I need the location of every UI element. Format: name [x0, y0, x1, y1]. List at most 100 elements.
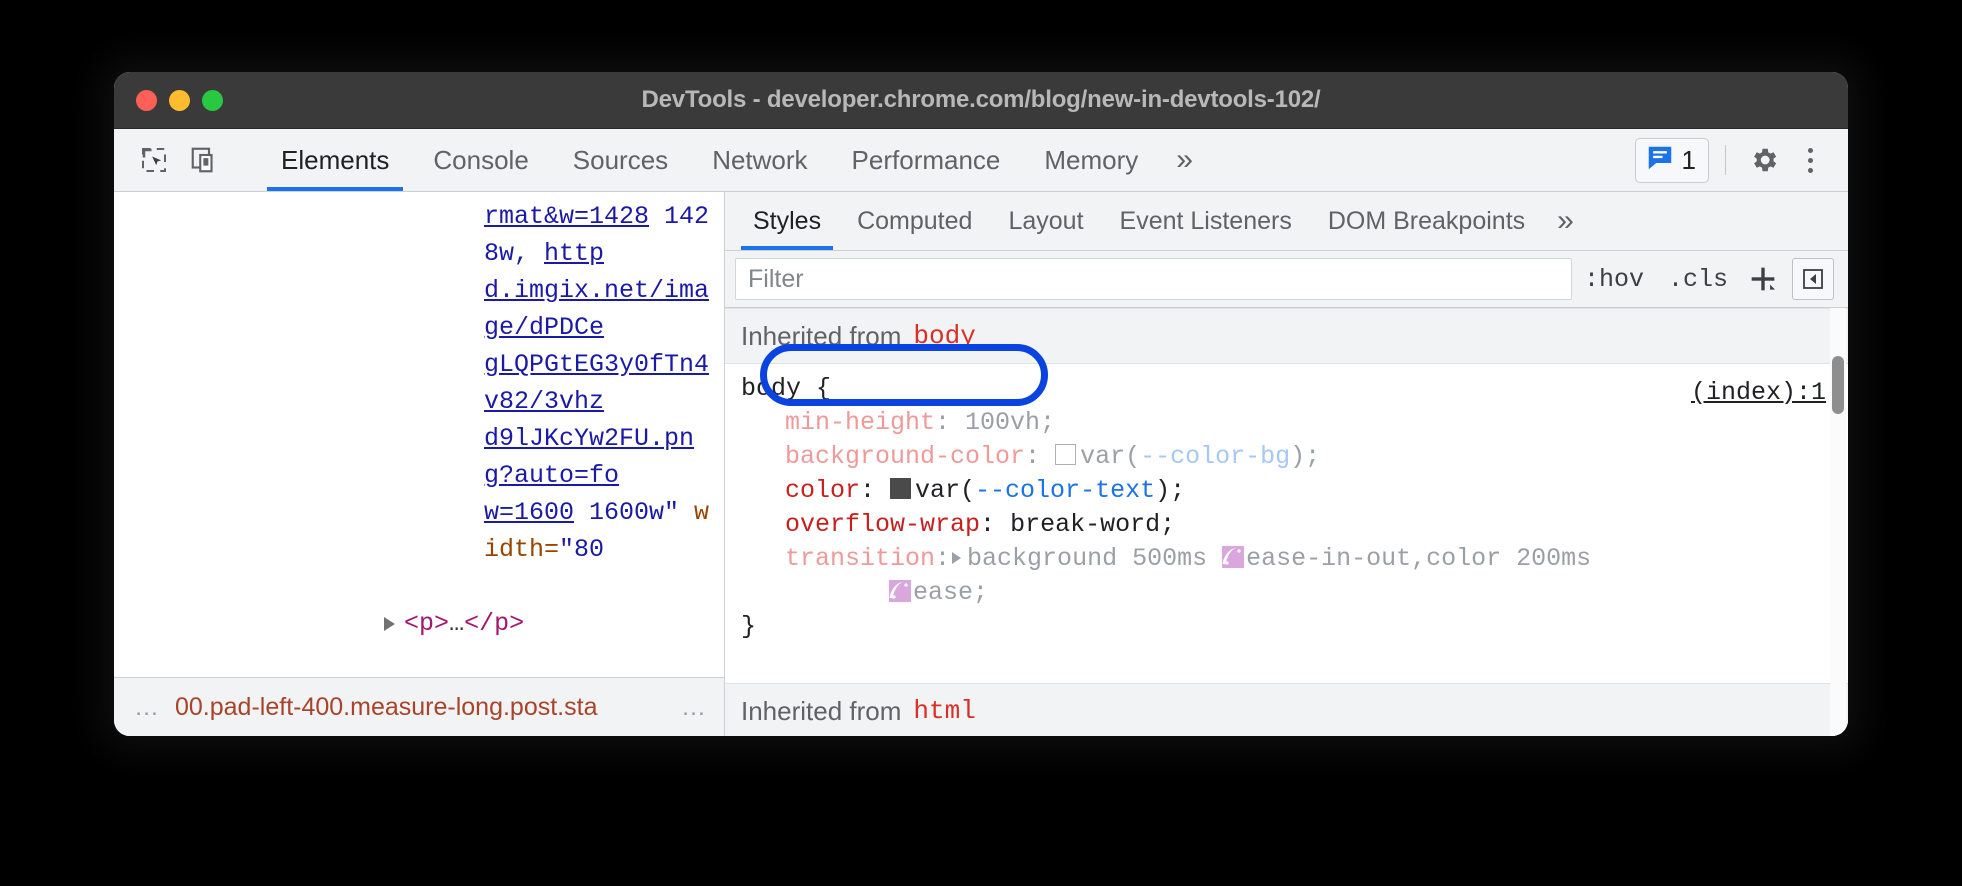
more-styles-tabs-chevron-icon[interactable]: » [1543, 192, 1588, 250]
css-property-name: background-color [785, 442, 1025, 471]
css-property-value: break-word; [1010, 510, 1175, 539]
inherited-prefix-label-2: Inherited from [741, 696, 901, 727]
issues-message-icon [1645, 143, 1675, 178]
css-variable-name[interactable]: --color-bg [1140, 442, 1290, 471]
styles-rules-list[interactable]: Inherited from body body { (index):1 min… [725, 308, 1848, 736]
toolbar-right-actions: 1 [1635, 129, 1848, 191]
css-selector-line[interactable]: body { (index):1 [741, 372, 1848, 406]
css-property-name: min-height [785, 408, 935, 437]
tab-styles-label: Styles [753, 207, 821, 236]
tab-elements-label: Elements [281, 145, 389, 176]
srcset-width-2: 1600w" [574, 498, 679, 527]
color-swatch-icon[interactable] [1055, 444, 1076, 465]
tab-computed-label: Computed [857, 207, 972, 236]
tag-close: </p> [464, 609, 524, 638]
css-declaration-transition[interactable]: transition:background 500ms ease-in-out,… [741, 542, 1848, 610]
css-selector-text: body { [741, 374, 831, 403]
breadcrumb-overflow-left[interactable]: … [114, 693, 175, 722]
devtools-main-toolbar: Elements Console Sources Network Perform… [114, 129, 1848, 192]
css-declaration-min-height[interactable]: min-height: 100vh; [741, 406, 1848, 440]
inherited-from-body-header: Inherited from body [725, 308, 1848, 364]
inherited-from-html-header: Inherited from html [725, 683, 1848, 736]
screenshot-root: DevTools - developer.chrome.com/blog/new… [0, 0, 1962, 886]
scrollbar-thumb[interactable] [1832, 356, 1844, 414]
css-declaration-color[interactable]: color: var(--color-text); [741, 474, 1848, 508]
plus-icon[interactable] [1740, 257, 1786, 301]
tag-open: <p> [404, 609, 449, 638]
expand-triangle-icon[interactable] [384, 617, 395, 631]
srcset-fragment-1[interactable]: rmat&w=1428 [484, 202, 649, 231]
tab-event-listeners[interactable]: Event Listeners [1102, 192, 1310, 250]
tab-network-label: Network [712, 145, 807, 176]
tab-layout[interactable]: Layout [990, 192, 1101, 250]
minimize-window-button[interactable] [169, 90, 190, 111]
bezier-curve-editor-icon-2[interactable] [889, 580, 911, 602]
breadcrumb-item[interactable]: 00.pad-left-400.measure-long.post.sta [175, 693, 669, 722]
styles-sidebar-pane: Styles Computed Layout Event Listeners D… [725, 192, 1848, 736]
tab-dom-breakpoints-label: DOM Breakpoints [1328, 207, 1525, 236]
css-property-name: color [785, 476, 860, 505]
dom-tree[interactable]: rmat&w=1428 1428w, http d.imgix.net/imag… [114, 192, 724, 677]
dom-tree-pane: rmat&w=1428 1428w, http d.imgix.net/imag… [114, 192, 725, 736]
tab-sources-label: Sources [573, 145, 668, 176]
device-toolbar-icon[interactable] [182, 138, 226, 182]
dom-row-p-1[interactable]: <p>…</p> [114, 568, 724, 677]
srcset-fragment-6[interactable]: w=1600 [484, 498, 574, 527]
gear-icon[interactable] [1742, 138, 1786, 182]
issues-count: 1 [1682, 145, 1696, 176]
bezier-curve-editor-icon[interactable] [1222, 546, 1244, 568]
srcset-fragment-3[interactable]: d.imgix.net/image/dPDCe [484, 276, 709, 342]
srcset-fragment-4[interactable]: gLQPGtEG3y0fTn4v82/3vhz [484, 350, 709, 416]
kebab-menu-icon[interactable] [1790, 138, 1830, 182]
filter-input[interactable]: Filter [735, 258, 1572, 300]
toggle-pseudo-states-button[interactable]: :hov [1572, 265, 1656, 294]
inherited-prefix-label: Inherited from [741, 321, 901, 352]
window-titlebar: DevTools - developer.chrome.com/blog/new… [114, 72, 1848, 129]
css-property-name: transition [785, 544, 935, 573]
styles-filter-bar: Filter :hov .cls [725, 251, 1848, 308]
styles-vertical-scrollbar[interactable] [1830, 308, 1846, 736]
css-declaration-background-color[interactable]: background-color: var(--color-bg); [741, 440, 1848, 474]
srcset-fragment-5[interactable]: d9lJKcYw2FU.png?auto=fo [484, 424, 694, 490]
tab-dom-breakpoints[interactable]: DOM Breakpoints [1310, 192, 1543, 250]
srcset-fragment-2[interactable]: http [544, 239, 604, 268]
dom-attribute-overflow: rmat&w=1428 1428w, http d.imgix.net/imag… [114, 198, 724, 568]
css-variable-name[interactable]: --color-text [975, 476, 1155, 505]
tab-computed[interactable]: Computed [839, 192, 990, 250]
transition-part-3: ease; [913, 578, 988, 607]
width-attr-value: "80 [559, 535, 604, 564]
panel-tabs: Elements Console Sources Network Perform… [259, 129, 1635, 191]
close-window-button[interactable] [136, 90, 157, 111]
tab-network[interactable]: Network [690, 129, 829, 191]
css-rule-body: body { (index):1 min-height: 100vh; back… [725, 364, 1848, 652]
tab-styles[interactable]: Styles [735, 192, 839, 250]
more-panels-chevron-icon[interactable]: » [1160, 129, 1209, 191]
expand-shorthand-triangle-icon[interactable] [952, 552, 961, 564]
breadcrumb-overflow-right[interactable]: … [669, 693, 724, 722]
filter-placeholder: Filter [748, 265, 804, 294]
transition-part-2: ease-in-out,color 200ms [1246, 544, 1591, 573]
issues-button[interactable]: 1 [1635, 138, 1709, 183]
css-declaration-overflow-wrap[interactable]: overflow-wrap: break-word; [741, 508, 1848, 542]
inspect-element-icon[interactable] [132, 138, 176, 182]
toolbar-left-icons [114, 129, 259, 191]
inherited-selector-html[interactable]: html [913, 696, 975, 726]
row-body: <p>…</p> [174, 568, 724, 677]
tab-console[interactable]: Console [411, 129, 550, 191]
tab-elements[interactable]: Elements [259, 129, 411, 191]
maximize-window-button[interactable] [202, 90, 223, 111]
dom-horizontal-scrollbar[interactable] [114, 667, 724, 677]
devtools-window: DevTools - developer.chrome.com/blog/new… [114, 72, 1848, 736]
color-swatch-icon[interactable] [890, 478, 911, 499]
tab-performance[interactable]: Performance [830, 129, 1023, 191]
inherited-selector-body[interactable]: body [913, 321, 975, 351]
toggle-element-classes-button[interactable]: .cls [1656, 265, 1740, 294]
sidebar-collapse-icon[interactable] [1792, 258, 1834, 300]
tab-memory[interactable]: Memory [1022, 129, 1160, 191]
tab-sources[interactable]: Sources [551, 129, 690, 191]
toolbar-right-separator [1725, 145, 1726, 175]
dom-breadcrumb: … 00.pad-left-400.measure-long.post.sta … [114, 677, 724, 736]
tab-memory-label: Memory [1044, 145, 1138, 176]
tab-performance-label: Performance [852, 145, 1001, 176]
stylesheet-origin-link[interactable]: (index):1 [1691, 376, 1826, 410]
